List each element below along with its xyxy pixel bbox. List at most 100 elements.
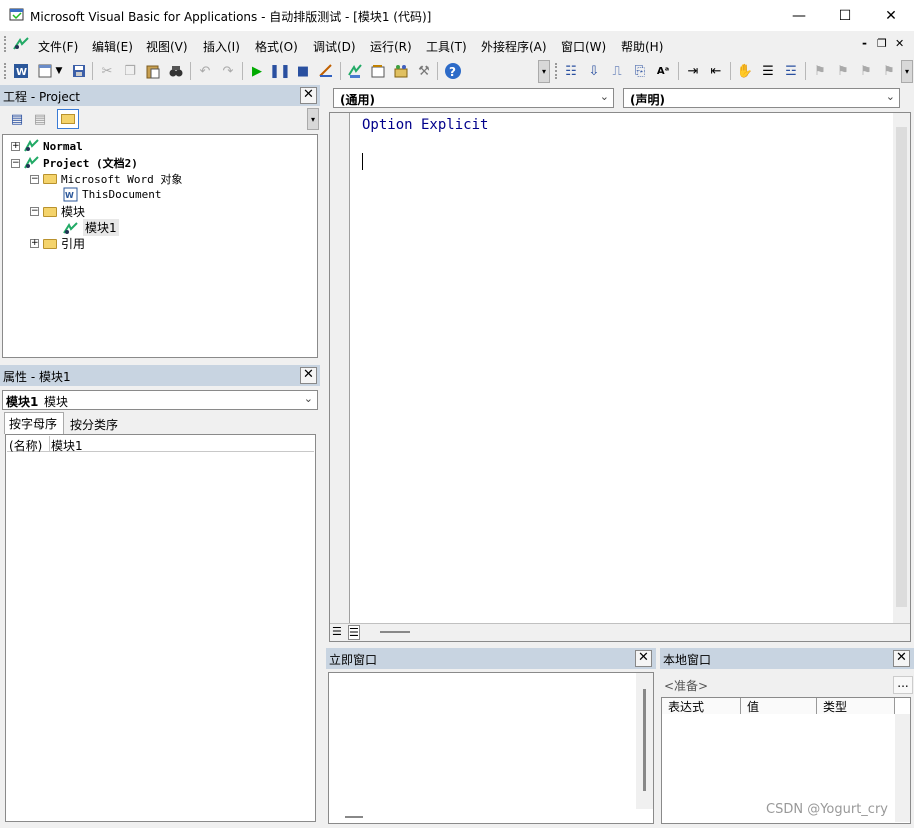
margin-indicator-bar[interactable] (330, 113, 350, 623)
column-expression[interactable]: 表达式 (662, 698, 741, 714)
menu-edit[interactable]: 编辑(E) (92, 38, 133, 55)
toggle-breakpoint-icon[interactable]: ✋ (735, 61, 755, 81)
column-value[interactable]: 值 (741, 698, 817, 714)
cut-icon[interactable]: ✂ (97, 61, 117, 81)
next-bookmark-icon[interactable]: ⚑ (833, 61, 853, 81)
toolbar-grip-icon[interactable] (4, 63, 7, 79)
maximize-button[interactable]: ☐ (822, 0, 868, 31)
close-button[interactable]: ✕ (868, 0, 914, 31)
redo-icon[interactable]: ↷ (218, 61, 238, 81)
procedure-select[interactable]: (声明) ⌄ (623, 88, 900, 108)
column-type[interactable]: 类型 (817, 698, 895, 714)
code-vertical-scrollbar[interactable] (893, 113, 910, 623)
list-properties-icon[interactable]: ☷ (561, 61, 581, 81)
maximize-icon: ☐ (838, 7, 852, 24)
horizontal-scrollbar-thumb[interactable] (380, 631, 410, 633)
properties-window-icon[interactable] (368, 61, 388, 81)
menu-tools[interactable]: 工具(T) (426, 38, 467, 55)
tree-node-normal[interactable]: + Normal (11, 139, 83, 153)
menu-run[interactable]: 运行(R) (370, 38, 412, 55)
object-browser-icon[interactable] (391, 61, 411, 81)
toolbar-overflow-button[interactable]: ▾ (538, 60, 550, 83)
previous-bookmark-icon[interactable]: ⚑ (856, 61, 876, 81)
project-explorer-icon[interactable] (345, 61, 365, 81)
menu-debug[interactable]: 调试(D) (313, 38, 356, 55)
design-mode-icon[interactable] (316, 61, 336, 81)
indent-icon[interactable]: ⇥ (683, 61, 703, 81)
expand-icon[interactable]: + (11, 141, 20, 151)
expand-icon[interactable]: + (30, 239, 39, 248)
tree-node-thisdocument[interactable]: W ThisDocument (63, 187, 161, 202)
menu-format[interactable]: 格式(O) (255, 38, 298, 55)
undo-icon[interactable]: ↶ (195, 61, 215, 81)
outdent-icon[interactable]: ⇤ (706, 61, 726, 81)
call-stack-button[interactable]: ... (893, 676, 913, 694)
toolbar-grip-icon[interactable] (4, 36, 7, 52)
mdi-close-button[interactable]: ✕ (895, 37, 904, 50)
copy-icon[interactable]: ❐ (120, 61, 140, 81)
collapse-icon[interactable]: − (30, 174, 39, 184)
vba-app-icon[interactable] (9, 7, 25, 23)
locals-close-button[interactable]: ✕ (893, 650, 910, 667)
scrollbar-thumb[interactable] (643, 689, 646, 791)
mdi-restore-button[interactable]: ❐ (877, 37, 887, 50)
toolbox-icon[interactable]: ⚒ (414, 61, 434, 81)
toolbar-overflow-button[interactable]: ▾ (901, 60, 913, 83)
list-constants-icon[interactable]: ⇩ (584, 61, 604, 81)
mdi-minimize-button[interactable]: - (862, 36, 867, 50)
tree-node-word-objects[interactable]: − Microsoft Word 对象 (30, 171, 182, 187)
scrollbar-thumb[interactable] (896, 127, 907, 607)
immediate-window[interactable] (328, 672, 654, 824)
immediate-close-button[interactable]: ✕ (635, 650, 652, 667)
insert-module-icon[interactable] (35, 61, 55, 81)
uncomment-block-icon[interactable]: ☲ (781, 61, 801, 81)
property-row-name[interactable]: (名称) 模块1 (7, 436, 314, 453)
object-select[interactable]: (通用) ⌄ (333, 88, 614, 108)
clear-bookmarks-icon[interactable]: ⚑ (879, 61, 899, 81)
menu-window[interactable]: 窗口(W) (561, 38, 606, 55)
horizontal-scrollbar-thumb[interactable] (345, 816, 363, 818)
code-editor[interactable]: Option Explicit ☰ ☰ (329, 112, 911, 642)
save-icon[interactable] (69, 61, 89, 81)
break-icon[interactable]: ❚❚ (269, 61, 291, 81)
toolbar-grip-icon[interactable] (555, 63, 558, 79)
help-icon[interactable]: ? (443, 61, 463, 81)
project-toolbar-overflow[interactable]: ▾ (307, 108, 319, 130)
menu-addins[interactable]: 外接程序(A) (481, 38, 547, 55)
properties-object-select[interactable]: 模块1 模块 ⌄ (2, 390, 318, 410)
menu-insert[interactable]: 插入(I) (203, 38, 240, 55)
procedure-view-icon[interactable]: ☰ (332, 625, 342, 638)
view-object-icon[interactable]: ▤ (30, 109, 50, 129)
tree-node-module1[interactable]: 模块1 (63, 219, 119, 236)
tab-alphabetic[interactable]: 按字母序 (4, 412, 64, 434)
collapse-icon[interactable]: − (30, 207, 39, 216)
locals-vertical-scrollbar[interactable] (895, 714, 910, 822)
minimize-button[interactable]: — (776, 0, 822, 31)
menu-help[interactable]: 帮助(H) (621, 38, 663, 55)
paste-icon[interactable] (143, 61, 163, 81)
quick-info-icon[interactable]: ⎍ (607, 61, 627, 81)
full-module-view-icon[interactable]: ☰ (348, 625, 360, 640)
toggle-folders-icon[interactable] (57, 109, 79, 129)
menu-file[interactable]: 文件(F) (38, 38, 78, 55)
tab-categorized[interactable]: 按分类序 (68, 414, 120, 435)
complete-word-icon[interactable]: Aᵃ (653, 61, 673, 81)
run-icon[interactable]: ▶ (247, 61, 267, 81)
tree-node-project[interactable]: − Project (文档2) (11, 155, 138, 171)
parameter-info-icon[interactable]: ⎘ (630, 61, 650, 81)
toggle-bookmark-icon[interactable]: ⚑ (810, 61, 830, 81)
collapse-icon[interactable]: − (11, 158, 20, 168)
tree-node-modules[interactable]: − 模块 (30, 203, 85, 220)
tree-node-references[interactable]: + 引用 (30, 235, 85, 252)
project-close-button[interactable]: ✕ (300, 87, 317, 104)
find-icon[interactable] (166, 61, 186, 81)
menu-view[interactable]: 视图(V) (146, 38, 188, 55)
reset-icon[interactable]: ■ (293, 61, 313, 81)
properties-close-button[interactable]: ✕ (300, 367, 317, 384)
view-word-icon[interactable]: W (11, 61, 31, 81)
chevron-down-icon[interactable]: ▼ (53, 61, 65, 81)
view-code-icon[interactable]: ▤ (7, 109, 27, 129)
immediate-vertical-scrollbar[interactable] (636, 673, 653, 809)
comment-block-icon[interactable]: ☰ (758, 61, 778, 81)
vba-menu-icon[interactable] (12, 36, 30, 52)
